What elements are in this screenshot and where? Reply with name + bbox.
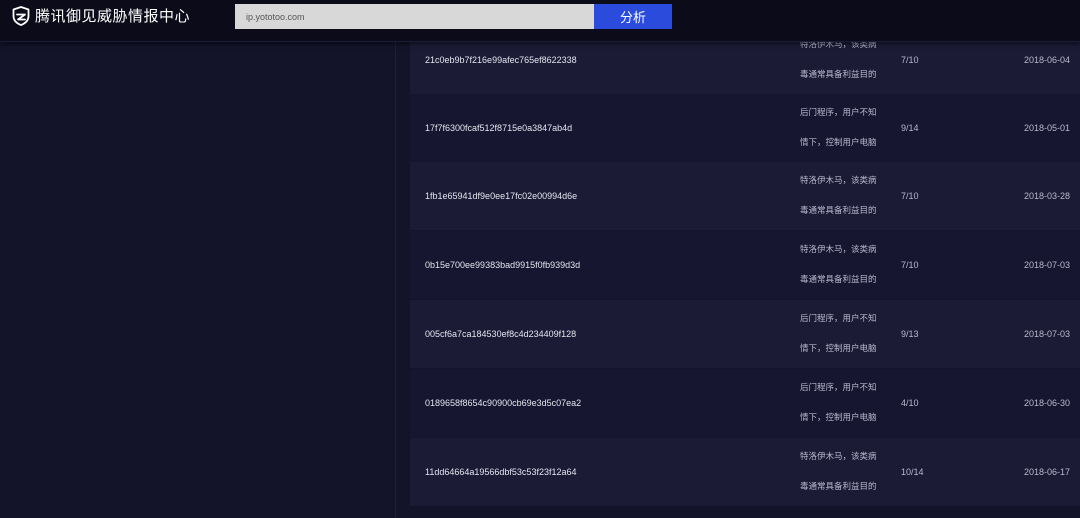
date: 2018-06-17 bbox=[1023, 467, 1070, 477]
description-line: 后门程序，用户不知 bbox=[800, 108, 877, 118]
sample-hash[interactable]: 0b15e700ee99383bad9915f0fb939d3d bbox=[425, 231, 580, 299]
sample-hash[interactable]: 1fb1e65941df9e0ee17fc02e00994d6e bbox=[425, 162, 577, 230]
detection-ratio: 9/14 bbox=[901, 123, 919, 133]
threat-description: 后门程序，用户不知 情下，控制用户电脑 bbox=[800, 300, 895, 368]
sample-hash[interactable]: 0189658f8654c90900cb69e3d5c07ea2 bbox=[425, 369, 581, 437]
description-line: 特洛伊木马，该类病 bbox=[800, 176, 877, 186]
detection-ratio: 7/10 bbox=[901, 260, 919, 270]
date: 2018-05-01 bbox=[1023, 123, 1070, 133]
description-line: 特洛伊木马，该类病 bbox=[800, 452, 877, 462]
left-panel bbox=[0, 42, 396, 518]
site-title: 腾讯御见威胁情报中心 bbox=[35, 7, 191, 25]
date: 2018-03-28 bbox=[1023, 191, 1070, 201]
description-line: 后门程序，用户不知 bbox=[800, 314, 877, 324]
table-row[interactable]: 21c0eb9b7f216e99afec765ef8622338 特洛伊木马，该… bbox=[410, 42, 1080, 94]
sample-hash[interactable]: 005cf6a7ca184530ef8c4d234409f128 bbox=[425, 300, 576, 368]
table-row[interactable]: 0189658f8654c90900cb69e3d5c07ea2 后门程序，用户… bbox=[410, 369, 1080, 437]
page: 腾讯御见威胁情报中心 分析 21c0eb9b7f216e99afec765ef8… bbox=[0, 0, 1080, 518]
sample-hash[interactable]: 17f7f6300fcaf512f8715e0a3847ab4d bbox=[425, 94, 572, 162]
date: 2018-07-03 bbox=[1023, 260, 1070, 270]
detection-ratio: 10/14 bbox=[901, 467, 924, 477]
description-line: 特洛伊木马，该类病 bbox=[800, 42, 877, 50]
description-line: 情下，控制用户电脑 bbox=[800, 344, 877, 354]
table-row[interactable]: 0b15e700ee99383bad9915f0fb939d3d 特洛伊木马，该… bbox=[410, 231, 1080, 299]
table-row[interactable]: 005cf6a7ca184530ef8c4d234409f128 后门程序，用户… bbox=[410, 300, 1080, 368]
sample-table: 21c0eb9b7f216e99afec765ef8622338 特洛伊木马，该… bbox=[410, 42, 1080, 518]
threat-description: 特洛伊木马，该类病 毒通常具备利益目的 bbox=[800, 438, 895, 506]
threat-description: 后门程序，用户不知 情下，控制用户电脑 bbox=[800, 94, 895, 162]
detection-ratio: 4/10 bbox=[901, 398, 919, 408]
brand[interactable]: 腾讯御见威胁情报中心 bbox=[12, 5, 190, 27]
sample-hash[interactable]: 11dd64664a19566dbf53c53f23f12a64 bbox=[425, 438, 576, 506]
shield-logo-icon bbox=[12, 6, 30, 26]
table-row[interactable]: 11dd64664a19566dbf53c53f23f12a64 特洛伊木马，该… bbox=[410, 438, 1080, 506]
description-line: 毒通常具备利益目的 bbox=[800, 482, 877, 492]
description-line: 后门程序，用户不知 bbox=[800, 383, 877, 393]
analyze-button[interactable]: 分析 bbox=[594, 4, 672, 29]
detection-ratio: 7/10 bbox=[901, 55, 919, 65]
description-line: 毒通常具备利益目的 bbox=[800, 206, 877, 216]
description-line: 特洛伊木马，该类病 bbox=[800, 245, 877, 255]
description-line: 毒通常具备利益目的 bbox=[800, 70, 877, 80]
table-row[interactable]: 1fb1e65941df9e0ee17fc02e00994d6e 特洛伊木马，该… bbox=[410, 162, 1080, 230]
description-line: 情下，控制用户电脑 bbox=[800, 138, 877, 148]
threat-description: 特洛伊木马，该类病 毒通常具备利益目的 bbox=[800, 42, 895, 94]
detection-ratio: 7/10 bbox=[901, 191, 919, 201]
description-line: 情下，控制用户电脑 bbox=[800, 413, 877, 423]
date: 2018-07-03 bbox=[1023, 329, 1070, 339]
threat-description: 后门程序，用户不知 情下，控制用户电脑 bbox=[800, 369, 895, 437]
date: 2018-06-30 bbox=[1023, 398, 1070, 408]
date: 2018-06-04 bbox=[1023, 55, 1070, 65]
threat-description: 特洛伊木马，该类病 毒通常具备利益目的 bbox=[800, 231, 895, 299]
sample-hash[interactable]: 21c0eb9b7f216e99afec765ef8622338 bbox=[425, 42, 577, 94]
description-line: 毒通常具备利益目的 bbox=[800, 275, 877, 285]
top-bar: 腾讯御见威胁情报中心 分析 bbox=[0, 0, 1080, 42]
threat-description: 特洛伊木马，该类病 毒通常具备利益目的 bbox=[800, 162, 895, 230]
search-input[interactable] bbox=[235, 4, 594, 29]
table-row[interactable]: 17f7f6300fcaf512f8715e0a3847ab4d 后门程序，用户… bbox=[410, 94, 1080, 162]
detection-ratio: 9/13 bbox=[901, 329, 919, 339]
